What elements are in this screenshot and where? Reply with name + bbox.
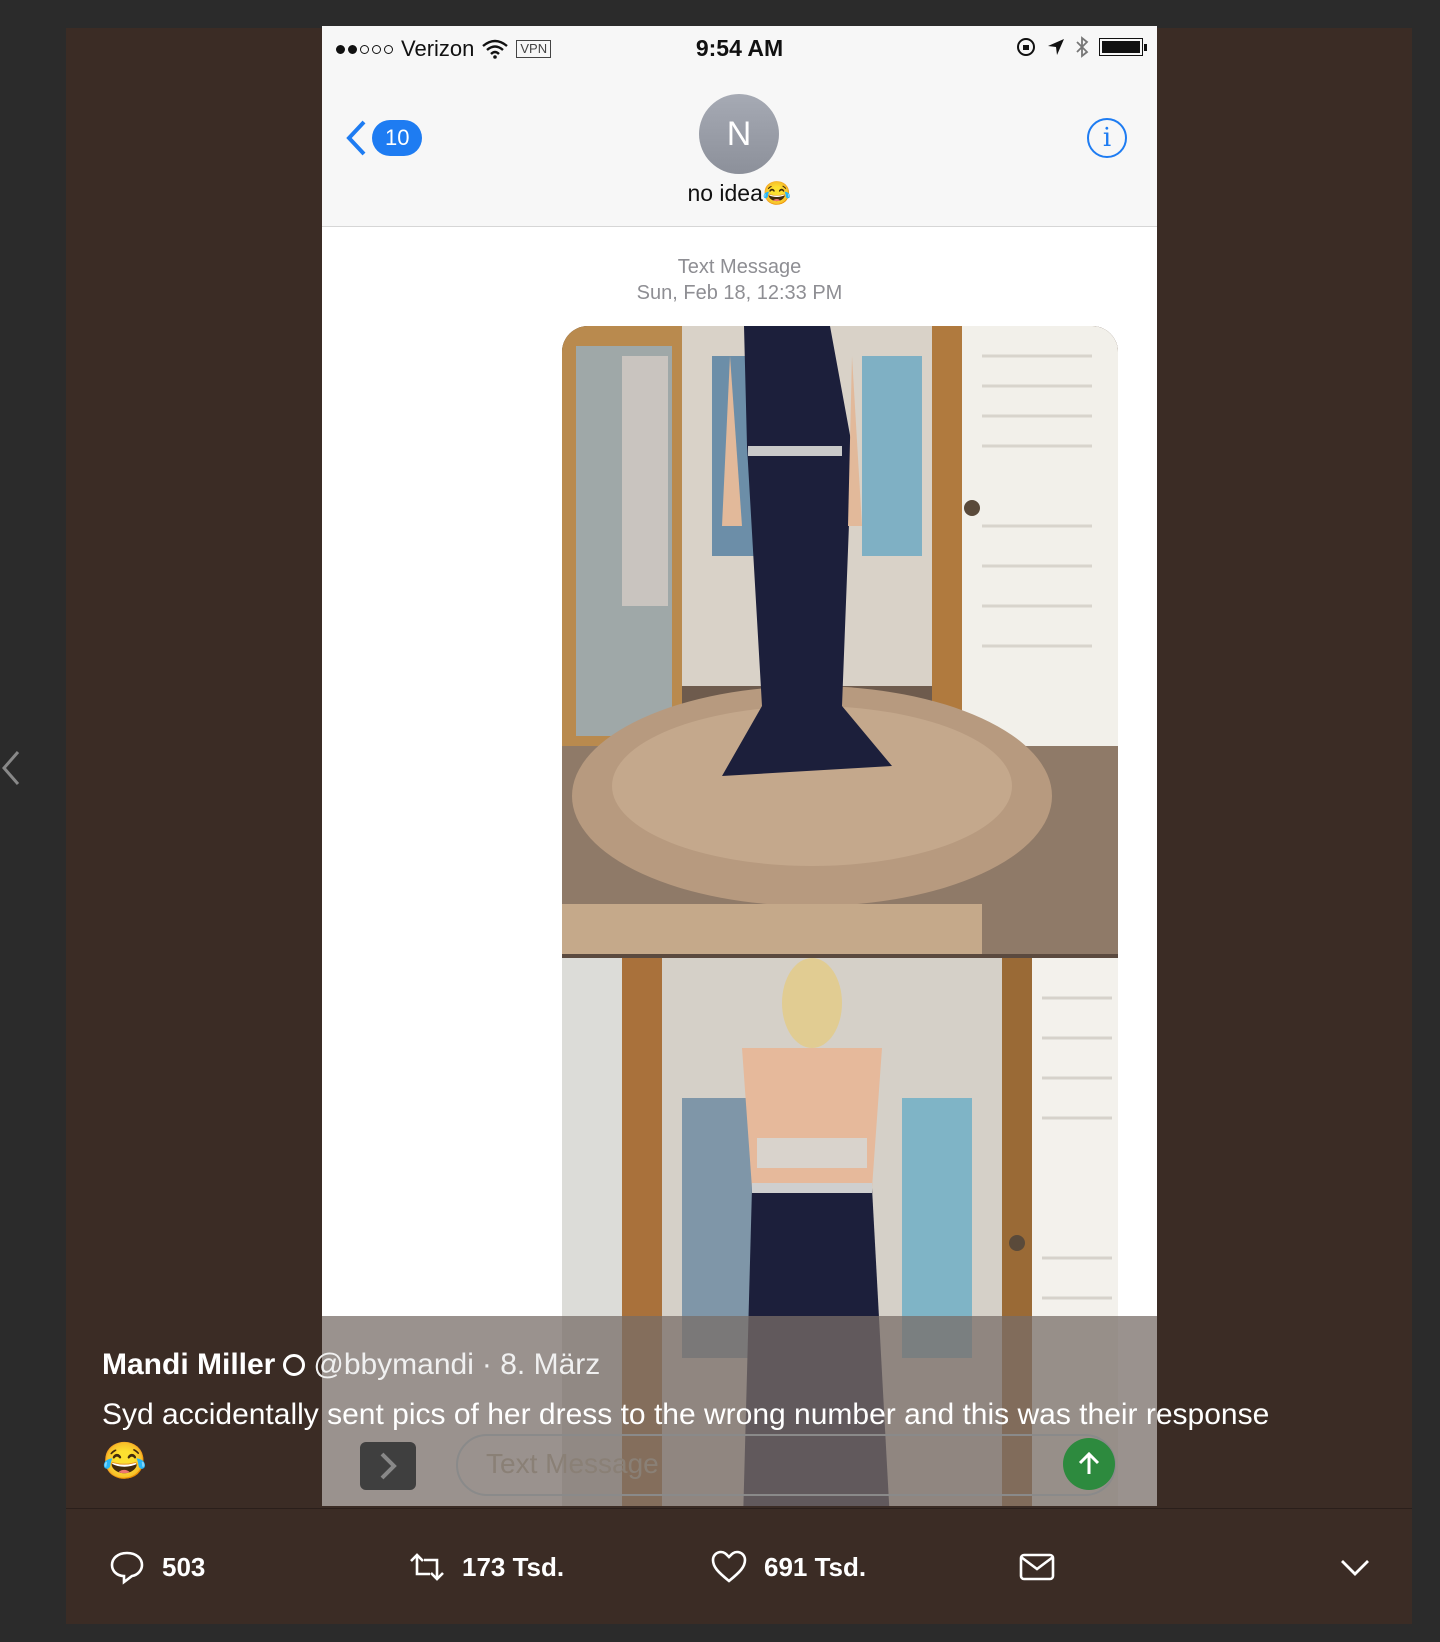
like-count: 691 Tsd. xyxy=(764,1551,867,1582)
reply-icon xyxy=(110,1551,144,1585)
tweet-text: Syd accidentally sent pics of her dress … xyxy=(102,1392,1362,1484)
author-handle[interactable]: @bbymandi xyxy=(313,1348,474,1382)
previous-arrow-icon[interactable] xyxy=(0,748,24,788)
status-bar: Verizon VPN 9:54 AM xyxy=(322,26,1157,70)
chevron-down-icon xyxy=(1341,1560,1369,1576)
unread-count-badge: 10 xyxy=(372,120,423,156)
location-arrow-icon xyxy=(1048,39,1064,55)
heart-icon xyxy=(711,1550,747,1583)
tweet-actions: 503 173 Tsd. 691 Tsd. xyxy=(66,1538,1412,1602)
author-name[interactable]: Mandi Miller xyxy=(102,1348,275,1382)
retweet-icon xyxy=(410,1553,444,1581)
info-button[interactable]: i xyxy=(1087,118,1127,158)
phone-screenshot: Verizon VPN 9:54 AM 10 N no idea😂 i Text… xyxy=(322,26,1157,1506)
more-options-button[interactable] xyxy=(1336,1548,1374,1586)
back-button[interactable]: 10 xyxy=(344,118,423,158)
rotation-lock-icon xyxy=(1017,38,1035,56)
retweet-button[interactable]: 173 Tsd. xyxy=(408,1548,564,1586)
message-date: Sun, Feb 18, 12:33 PM xyxy=(636,282,843,304)
tweet-date[interactable]: · 8. März xyxy=(482,1348,600,1382)
battery-icon xyxy=(1099,38,1147,56)
message-timestamp-label: Text Message Sun, Feb 18, 12:33 PM xyxy=(322,254,1157,306)
conversation-header: 10 N no idea😂 i xyxy=(322,70,1157,227)
tweet-emoji: 😂 xyxy=(102,1440,147,1481)
contact-name[interactable]: no idea😂 xyxy=(322,180,1157,207)
reply-count: 503 xyxy=(162,1551,206,1582)
reply-button[interactable]: 503 xyxy=(108,1548,205,1586)
message-type-label: Text Message xyxy=(677,256,802,278)
status-right xyxy=(1015,36,1147,58)
like-button[interactable]: 691 Tsd. xyxy=(710,1548,866,1586)
contact-avatar[interactable]: N xyxy=(699,94,779,174)
verified-icon xyxy=(283,1354,306,1376)
envelope-icon xyxy=(1019,1553,1055,1581)
divider xyxy=(66,1508,1412,1509)
chevron-left-icon xyxy=(346,120,366,156)
bluetooth-icon xyxy=(1076,36,1089,58)
retweet-count: 173 Tsd. xyxy=(462,1551,565,1582)
tweet-body: Syd accidentally sent pics of her dress … xyxy=(102,1398,1270,1431)
tweet-header: Mandi Miller @bbymandi · 8. März xyxy=(102,1348,600,1382)
direct-message-button[interactable] xyxy=(1018,1548,1056,1586)
dress-front-photo[interactable] xyxy=(562,326,1118,954)
